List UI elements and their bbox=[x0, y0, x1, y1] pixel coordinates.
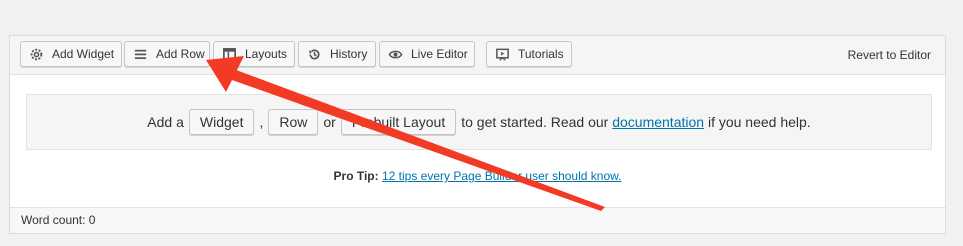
pro-tip: Pro Tip: 12 tips every Page Builder user… bbox=[10, 169, 945, 183]
pro-tip-link[interactable]: 12 tips every Page Builder user should k… bbox=[382, 169, 621, 183]
prefix-text: Add a bbox=[147, 114, 184, 130]
word-count-bar: Word count: 0 bbox=[10, 207, 945, 233]
mid-text: to get started. Read our bbox=[461, 114, 609, 130]
word-count: Word count: 0 bbox=[21, 213, 96, 227]
gear-icon bbox=[30, 48, 43, 60]
row-button[interactable]: Row bbox=[268, 109, 319, 135]
live-editor-label: Live Editor bbox=[411, 47, 468, 61]
layouts-button[interactable]: Layouts bbox=[213, 41, 295, 67]
video-icon bbox=[496, 48, 509, 61]
page-builder-panel: Add Widget Add Row Layouts History Live … bbox=[9, 35, 946, 234]
menu-lines-icon bbox=[134, 49, 147, 59]
tutorials-button[interactable]: Tutorials bbox=[486, 41, 572, 67]
suffix-text: if you need help. bbox=[707, 114, 811, 130]
documentation-link[interactable]: documentation bbox=[612, 114, 704, 130]
prebuilt-layout-button[interactable]: Prebuilt Layout bbox=[340, 109, 457, 135]
history-icon bbox=[308, 48, 320, 60]
revert-to-editor-link[interactable]: Revert to Editor bbox=[848, 48, 931, 62]
layout-icon bbox=[223, 47, 236, 61]
tutorials-label: Tutorials bbox=[518, 47, 564, 61]
comma-text: , bbox=[259, 114, 264, 130]
layouts-label: Layouts bbox=[245, 47, 288, 61]
add-row-label: Add Row bbox=[156, 47, 205, 61]
empty-drop-area: Add a Widget , Row or Prebuilt Layout to… bbox=[26, 94, 932, 150]
or-text: or bbox=[323, 114, 336, 130]
pro-tip-label: Pro Tip: bbox=[333, 169, 379, 183]
widget-button[interactable]: Widget bbox=[188, 109, 255, 135]
add-widget-label: Add Widget bbox=[52, 47, 115, 61]
add-widget-button[interactable]: Add Widget bbox=[20, 41, 122, 67]
history-label: History bbox=[330, 47, 368, 61]
live-editor-button[interactable]: Live Editor bbox=[379, 41, 475, 67]
add-row-button[interactable]: Add Row bbox=[124, 41, 210, 67]
eye-icon bbox=[388, 50, 403, 58]
history-button[interactable]: History bbox=[298, 41, 376, 67]
toolbar: Add Widget Add Row Layouts History Live … bbox=[10, 36, 945, 75]
